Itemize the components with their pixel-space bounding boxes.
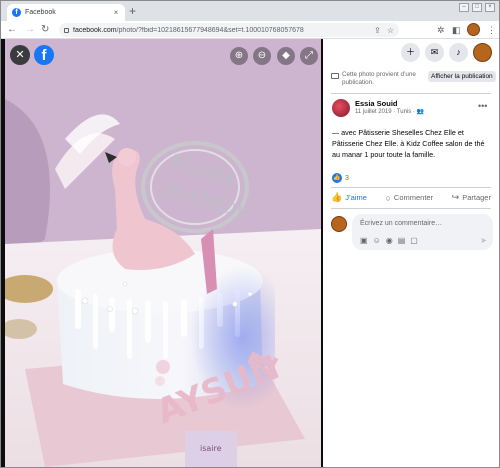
emoji-icon[interactable]: ☺ — [373, 236, 381, 245]
minimize-button[interactable]: – — [459, 3, 469, 12]
tag-icon[interactable]: ◆ — [277, 47, 295, 65]
zoom-in-icon[interactable]: ⊕ — [230, 47, 248, 65]
messenger-icon[interactable]: ✉ — [425, 43, 444, 62]
tab-close-icon[interactable]: × — [112, 8, 120, 17]
publication-notice: Cette photo provient d’une publication. … — [331, 71, 499, 87]
forward-arrow-icon[interactable]: → — [25, 23, 35, 37]
author-name[interactable]: Essia Souid — [355, 99, 424, 108]
photo-illustration: Happy Birthday AYSUN 1 isaire — [5, 39, 321, 467]
view-publication-button[interactable]: Afficher la publication — [428, 71, 496, 82]
commenter-avatar — [331, 216, 347, 232]
comment-composer: Écrivez un commentaire… ▣ ☺ ◉ ▤ ▢ ➤ — [331, 214, 493, 250]
zoom-out-icon[interactable]: ⊖ — [253, 47, 271, 65]
divider — [331, 93, 491, 94]
comment-tools: ▣ ☺ ◉ ▤ ▢ — [360, 236, 418, 245]
audience-friends-icon: 👥 — [416, 109, 425, 115]
camera-icon[interactable]: ◉ — [386, 236, 393, 245]
like-reaction-icon: 👍 — [332, 173, 342, 183]
reload-icon[interactable]: ↻ — [41, 23, 49, 37]
more-options-icon[interactable]: ••• — [478, 101, 487, 111]
notifications-icon[interactable]: ♪ — [449, 43, 468, 62]
cake-photo: Happy Birthday AYSUN 1 isaire — [5, 39, 321, 467]
like-label: J’aime — [345, 193, 367, 202]
post-actions: 👍 J’aime ○ Commenter ↪ Partager — [331, 192, 491, 203]
gif-icon[interactable]: ▤ — [398, 236, 406, 245]
post-panel: ＋ ✉ ♪ Cette photo provient d’une publica… — [323, 39, 499, 467]
bookmark-star-icon[interactable]: ☆ — [387, 26, 394, 35]
sidebar-panel-icon[interactable]: ◧ — [452, 24, 461, 36]
back-arrow-icon[interactable]: ← — [7, 23, 17, 37]
extensions-puzzle-icon[interactable]: ✲ — [437, 24, 445, 36]
photo-viewer: Happy Birthday AYSUN 1 isaire ✕ f ⊕ ⊖ ◆ … — [1, 39, 323, 467]
profile-avatar[interactable] — [467, 23, 480, 36]
fullscreen-icon[interactable]: ⤢ — [300, 47, 318, 65]
publication-notice-text: Cette photo provient d’une publication. — [342, 71, 416, 86]
sticker-icon[interactable]: ▢ — [410, 236, 418, 245]
create-icon[interactable]: ＋ — [401, 43, 420, 62]
tab-title: Facebook — [25, 9, 56, 16]
post-author: Essia Souid 11 juillet 2019 · Tunis · 👥 — [332, 99, 424, 117]
comment-button[interactable]: ○ Commenter — [385, 192, 433, 203]
share-button[interactable]: ↪ Partager — [452, 192, 491, 203]
divider — [331, 187, 491, 188]
thumbs-up-icon: 👍 — [331, 192, 343, 202]
new-tab-button[interactable]: + — [129, 5, 136, 17]
facebook-logo[interactable]: f — [34, 45, 54, 65]
account-avatar[interactable] — [473, 43, 492, 62]
share-page-icon[interactable]: ⇪ — [374, 26, 381, 35]
browser-tab[interactable]: f Facebook × — [7, 4, 125, 21]
comment-label: Commenter — [393, 193, 434, 202]
maximize-button[interactable]: □ — [472, 3, 482, 12]
url-text[interactable]: facebook.com/photo/?fbid=102186156779486… — [73, 27, 368, 34]
comment-bubble-icon: ○ — [385, 192, 391, 203]
share-arrow-icon: ↪ — [451, 192, 460, 202]
reaction-summary[interactable]: 👍 3 — [332, 173, 349, 183]
tab-strip: f Facebook × + – □ × — [1, 1, 499, 21]
author-avatar[interactable] — [332, 99, 350, 117]
browser-window: f Facebook × + – □ × ← → ↻ facebook.com/… — [0, 0, 500, 468]
avatar-sticker-icon[interactable]: ▣ — [360, 236, 368, 245]
facebook-favicon-icon: f — [12, 8, 21, 17]
svg-text:isaire: isaire — [200, 444, 222, 453]
comment-placeholder: Écrivez un commentaire… — [360, 220, 443, 227]
address-bar[interactable]: facebook.com/photo/?fbid=102186156779486… — [59, 23, 399, 37]
browser-toolbar: ← → ↻ facebook.com/photo/?fbid=102186156… — [1, 21, 499, 39]
header-actions: ＋ ✉ ♪ — [401, 43, 492, 62]
send-icon[interactable]: ➤ — [480, 236, 487, 245]
close-viewer-button[interactable]: ✕ — [10, 45, 30, 65]
photo-icon — [331, 73, 339, 79]
lock-icon — [64, 27, 69, 33]
reaction-count: 3 — [345, 174, 349, 182]
like-button[interactable]: 👍 J’aime — [331, 192, 367, 203]
window-controls: – □ × — [459, 3, 495, 12]
divider — [331, 208, 491, 209]
close-window-button[interactable]: × — [485, 3, 495, 12]
menu-kebab-icon[interactable]: ⋮ — [487, 24, 496, 36]
post-caption: — avec Pâtisserie Sheselles Chez Elle et… — [332, 128, 485, 159]
comment-input[interactable]: Écrivez un commentaire… ▣ ☺ ◉ ▤ ▢ ➤ — [352, 214, 493, 250]
share-label: Partager — [462, 193, 491, 202]
post-meta: 11 juillet 2019 · Tunis · 👥 — [355, 109, 425, 115]
